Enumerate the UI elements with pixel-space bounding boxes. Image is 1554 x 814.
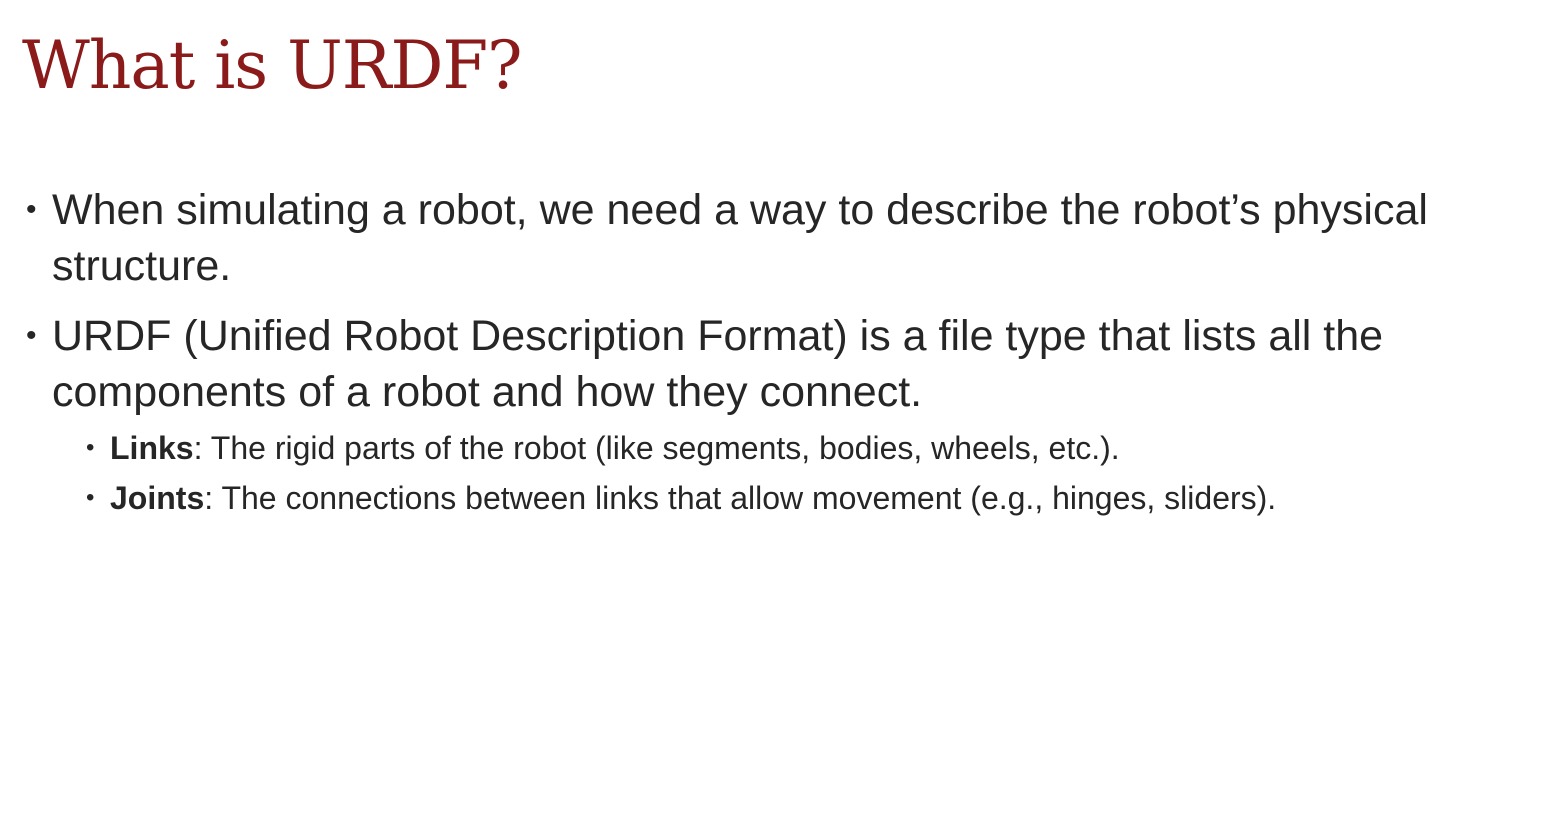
- bullet-dot-icon: •: [26, 319, 37, 352]
- sub-bullet-dot-icon: •: [86, 484, 95, 511]
- bullet-text: When simulating a robot, we need a way t…: [52, 186, 1428, 290]
- slide: What is URDF? • When simulating a robot,…: [0, 0, 1554, 814]
- sub-bullet-item-links: • Links: The rigid parts of the robot (l…: [86, 428, 1524, 468]
- sub-bullet-item-joints: • Joints: The connections between links …: [86, 478, 1524, 518]
- bullet-item: • URDF (Unified Robot Description Format…: [24, 308, 1524, 420]
- bullet-dot-icon: •: [26, 193, 37, 226]
- slide-body: • When simulating a robot, we need a way…: [24, 182, 1524, 528]
- sub-bullet-term: Joints: [110, 480, 205, 516]
- bullet-text: URDF (Unified Robot Description Format) …: [52, 312, 1384, 416]
- sub-bullet-text: : The rigid parts of the robot (like seg…: [193, 430, 1120, 466]
- sub-bullet-dot-icon: •: [86, 434, 95, 461]
- sub-bullet-term: Links: [110, 430, 194, 466]
- sub-bullet-text: : The connections between links that all…: [204, 480, 1277, 516]
- slide-title: What is URDF?: [22, 27, 523, 104]
- sub-bullet-list: • Links: The rigid parts of the robot (l…: [24, 428, 1524, 518]
- bullet-item: • When simulating a robot, we need a way…: [24, 182, 1524, 294]
